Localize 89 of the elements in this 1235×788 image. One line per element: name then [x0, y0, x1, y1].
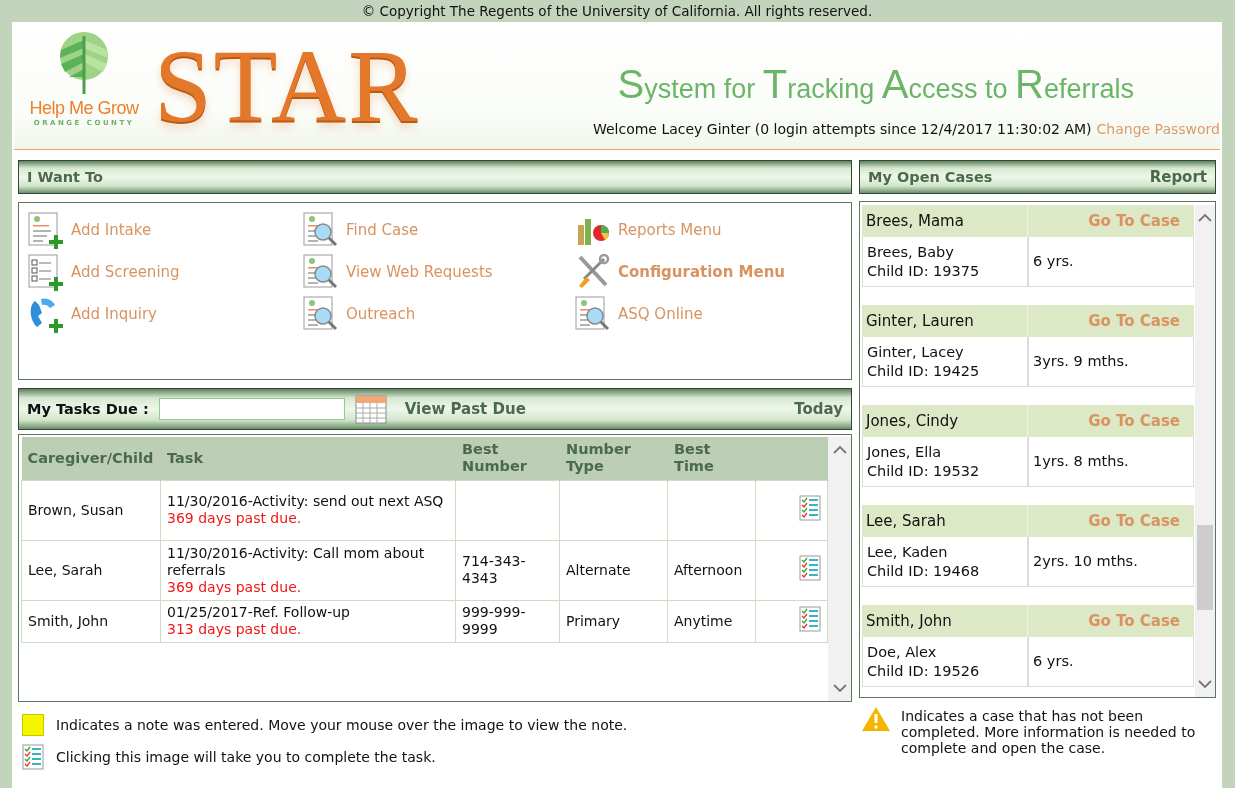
welcome-text: Welcome Lacey Ginter (0 login attempts since 12/4/2017 11:30:02 AM)	[592, 121, 1092, 137]
table-cell: Primary	[559, 600, 668, 643]
checklist-icon[interactable]	[799, 495, 821, 522]
org-name: Help Me Grow	[29, 98, 139, 119]
action-link[interactable]: View Web Requests	[302, 251, 574, 293]
change-password-link[interactable]: Change Password	[1096, 121, 1220, 137]
caregiver-name: Jones, Cindy	[862, 405, 1028, 437]
checklist-icon[interactable]	[799, 606, 821, 633]
child-name: Brees, Baby	[867, 243, 955, 262]
action-link[interactable]: Outreach	[302, 293, 574, 335]
scroll-up-icon[interactable]	[832, 445, 847, 454]
checklist-icon[interactable]	[22, 744, 44, 770]
table-cell: 714-343-4343	[455, 540, 560, 601]
table-cell: Brown, Susan	[21, 480, 161, 541]
column-header: Task	[160, 437, 456, 481]
table-cell: Afternoon	[667, 540, 756, 601]
child-name: Ginter, Lacey	[867, 343, 965, 362]
legend-text: Indicates a note was entered. Move your mouse over the image to view the note.	[56, 717, 629, 733]
report-link[interactable]: Report	[1149, 168, 1207, 186]
table-cell: Smith, John	[21, 600, 161, 643]
child-name: Doe, Alex	[867, 643, 938, 662]
scroll-down-icon[interactable]	[832, 684, 847, 693]
child-age: 1yrs. 8 mths.	[1033, 452, 1130, 471]
view-past-due-link[interactable]: View Past Due	[404, 400, 526, 418]
go-to-case-link[interactable]: Go To Case	[1028, 505, 1194, 537]
task-text: 01/25/2017-Ref. Follow-up	[167, 604, 351, 622]
document-search-icon	[302, 211, 340, 249]
action-link[interactable]: Add Screening	[27, 251, 302, 293]
action-link[interactable]: Find Case	[302, 209, 574, 251]
overdue-text: 313 days past due.	[167, 621, 303, 639]
child-age: 2yrs. 10 mths.	[1033, 552, 1139, 571]
column-header: Best Number	[455, 437, 560, 481]
tasks-title: My Tasks Due :	[27, 401, 149, 417]
legend-text: Clicking this image will take you to complete the task.	[56, 749, 437, 765]
table-cell: Anytime	[667, 600, 756, 643]
child-age: 6 yrs.	[1033, 252, 1075, 271]
go-to-case-link[interactable]: Go To Case	[1028, 205, 1194, 237]
section-title: My Open Cases	[868, 169, 993, 185]
today-link[interactable]: Today	[794, 400, 843, 418]
caregiver-name: Smith, John	[862, 605, 1028, 637]
child-id: Child ID: 19532	[867, 461, 981, 480]
checklist-plus-icon	[27, 253, 65, 291]
note-swatch-icon	[22, 714, 44, 736]
table-cell: Alternate	[559, 540, 668, 601]
app-name: STAR	[154, 27, 420, 145]
child-name: Jones, Ella	[867, 443, 943, 462]
document-search-icon	[574, 295, 612, 333]
child-id: Child ID: 19375	[867, 261, 981, 280]
action-link[interactable]: ASQ Online	[574, 293, 843, 335]
calendar-icon[interactable]	[354, 394, 387, 424]
task-text: 11/30/2016-Activity: send out next ASQ	[167, 493, 445, 511]
checklist-icon[interactable]	[799, 555, 821, 582]
action-link[interactable]: Configuration Menu	[574, 251, 843, 293]
table-cell: Lee, Sarah	[21, 540, 161, 601]
action-link[interactable]: Reports Menu	[574, 209, 843, 251]
caregiver-name: Brees, Mama	[862, 205, 1028, 237]
column-header: Number Type	[559, 437, 668, 481]
caregiver-name: Lee, Sarah	[862, 505, 1028, 537]
scrollbar-thumb[interactable]	[1197, 525, 1213, 610]
go-to-case-link[interactable]: Go To Case	[1028, 405, 1194, 437]
column-header: Caregiver/Child	[21, 437, 161, 481]
document-plus-icon	[27, 211, 65, 249]
child-id: Child ID: 19526	[867, 661, 981, 680]
warning-icon	[861, 706, 891, 732]
column-header: Best Time	[667, 437, 756, 481]
child-id: Child ID: 19425	[867, 361, 981, 380]
go-to-case-link[interactable]: Go To Case	[1028, 305, 1194, 337]
date-field[interactable]	[158, 398, 345, 420]
tree-logo-icon	[57, 32, 111, 94]
legend-text: Indicates a case that has not been completed. More information is needed to complete and open the case.	[901, 708, 1197, 757]
document-search-icon	[302, 295, 340, 333]
app-subtitle: System for Tracking Access to Referrals	[617, 62, 1134, 107]
copyright-text: © Copyright The Regents of the University of California. All rights reserved.	[360, 2, 874, 21]
scroll-down-icon[interactable]	[1198, 680, 1212, 689]
action-link[interactable]: Add Inquiry	[27, 293, 302, 335]
caregiver-name: Ginter, Lauren	[862, 305, 1028, 337]
overdue-text: 369 days past due.	[167, 578, 303, 596]
child-id: Child ID: 19468	[867, 561, 981, 580]
child-name: Lee, Kaden	[867, 543, 949, 562]
child-age: 3yrs. 9 mths.	[1033, 352, 1130, 371]
overdue-text: 369 days past due.	[167, 510, 303, 528]
go-to-case-link[interactable]: Go To Case	[1028, 605, 1194, 637]
section-title: I Want To	[27, 169, 103, 185]
action-link[interactable]: Add Intake	[27, 209, 302, 251]
task-text: 11/30/2016-Activity: Call mom about referrals	[167, 545, 426, 579]
scroll-up-icon[interactable]	[1198, 213, 1212, 222]
document-search-icon	[302, 253, 340, 291]
table-cell: 999-999-9999	[455, 600, 560, 643]
child-age: 6 yrs.	[1033, 652, 1075, 671]
